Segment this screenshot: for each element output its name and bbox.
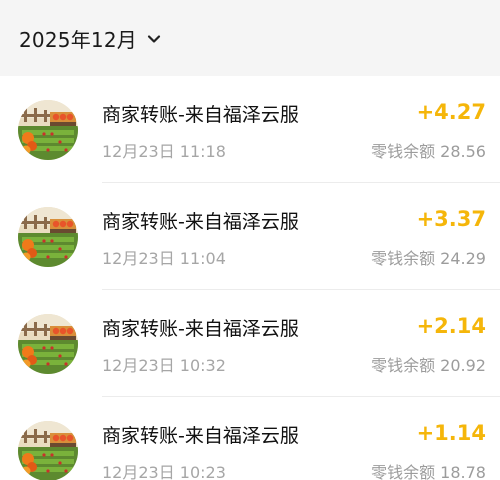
transaction-list: 商家转账-来自福泽云服 12月23日 11:18 +4.27 零钱余额 28.5… <box>0 76 500 480</box>
farm-avatar-icon <box>18 314 78 374</box>
transaction-title: 商家转账-来自福泽云服 <box>102 318 299 340</box>
transaction-time: 12月23日 11:04 <box>102 249 226 268</box>
transaction-row[interactable]: 商家转账-来自福泽云服 12月23日 11:04 +3.37 零钱余额 24.2… <box>0 183 500 290</box>
wallet-balance: 零钱余额 20.92 <box>371 356 486 375</box>
wallet-balance: 零钱余额 28.56 <box>371 142 486 161</box>
month-label: 2025年12月 <box>19 27 137 52</box>
transaction-title: 商家转账-来自福泽云服 <box>102 104 299 126</box>
transaction-time: 12月23日 10:32 <box>102 356 226 375</box>
transaction-title: 商家转账-来自福泽云服 <box>102 211 299 233</box>
transaction-amount: +1.14 <box>416 421 486 445</box>
transaction-title: 商家转账-来自福泽云服 <box>102 425 299 447</box>
wallet-balance: 零钱余额 24.29 <box>371 249 486 268</box>
merchant-avatar <box>18 314 78 374</box>
month-header: 2025年12月 <box>0 0 500 76</box>
farm-avatar-icon <box>18 100 78 160</box>
month-picker[interactable]: 2025年12月 <box>19 24 162 53</box>
merchant-avatar <box>18 100 78 160</box>
transaction-amount: +2.14 <box>416 314 486 338</box>
transaction-time: 12月23日 10:23 <box>102 463 226 480</box>
farm-avatar-icon <box>18 421 78 480</box>
transaction-row[interactable]: 商家转账-来自福泽云服 12月23日 10:23 +1.14 零钱余额 18.7… <box>0 397 500 480</box>
wallet-balance: 零钱余额 18.78 <box>371 463 486 480</box>
farm-avatar-icon <box>18 207 78 267</box>
transaction-row[interactable]: 商家转账-来自福泽云服 12月23日 10:32 +2.14 零钱余额 20.9… <box>0 290 500 397</box>
merchant-avatar <box>18 421 78 480</box>
merchant-avatar <box>18 207 78 267</box>
transaction-amount: +4.27 <box>416 100 486 124</box>
transaction-row[interactable]: 商家转账-来自福泽云服 12月23日 11:18 +4.27 零钱余额 28.5… <box>0 76 500 183</box>
chevron-down-icon <box>147 35 161 43</box>
transaction-amount: +3.37 <box>416 207 486 231</box>
transaction-time: 12月23日 11:18 <box>102 142 226 161</box>
